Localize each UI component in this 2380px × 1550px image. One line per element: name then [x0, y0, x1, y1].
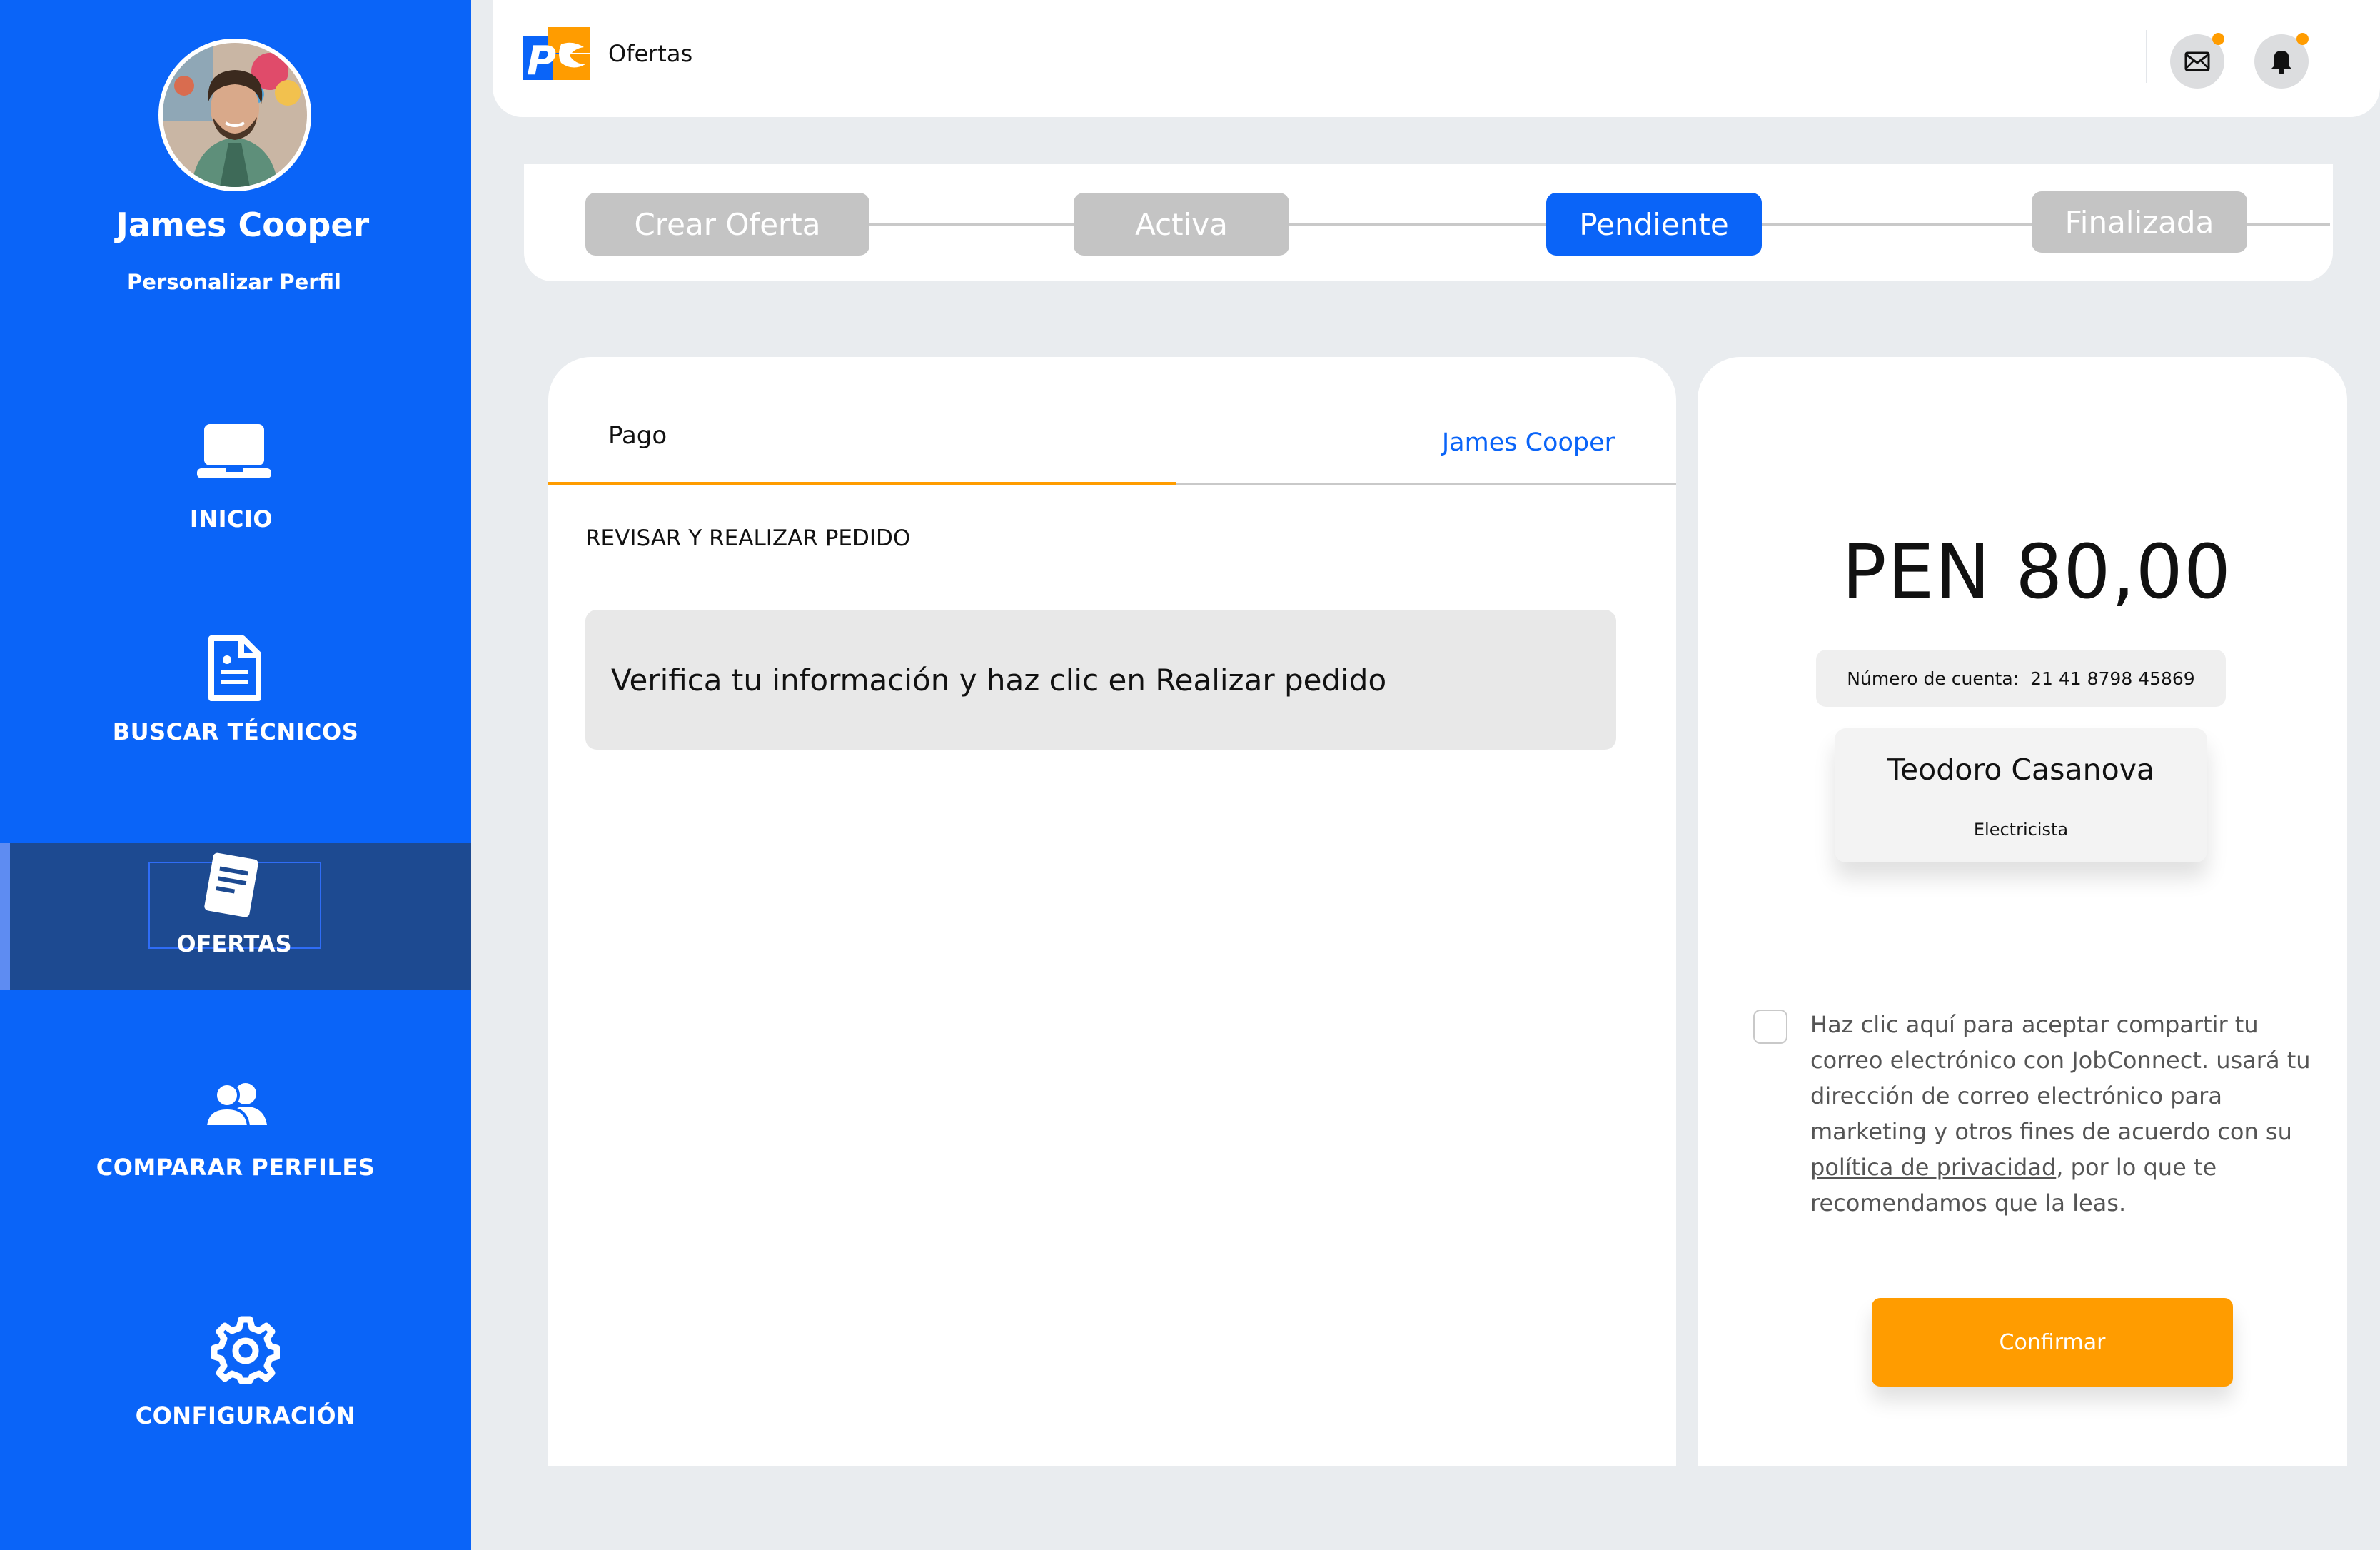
bell-icon: [2271, 51, 2292, 74]
consent-checkbox[interactable]: [1753, 1010, 1787, 1044]
nav-label-ofertas: OFERTAS: [176, 930, 292, 957]
user-name: James Cooper: [116, 206, 370, 244]
app-logo[interactable]: P: [523, 27, 590, 80]
customize-profile-link[interactable]: Personalizar Perfil: [0, 270, 468, 294]
professional-name: Teodoro Casanova: [1887, 753, 2155, 787]
sidebar: James Cooper Personalizar Perfil INICIO …: [0, 0, 471, 1550]
nav-label-configuracion: CONFIGURACIÓN: [135, 1402, 356, 1429]
account-number-box: Número de cuenta: 21 41 8798 45869: [1816, 650, 2226, 707]
header-divider: [2146, 30, 2147, 83]
nav-label-inicio: INICIO: [189, 505, 273, 533]
avatar-photo: [163, 43, 307, 187]
payment-card: Pago James Cooper REVISAR Y REALIZAR PED…: [548, 357, 1676, 1466]
professional-card[interactable]: Teodoro Casanova Electricista: [1835, 728, 2207, 862]
active-indicator: [0, 843, 10, 990]
tab-pago[interactable]: Pago: [608, 421, 667, 450]
privacy-policy-link[interactable]: política de privacidad: [1810, 1154, 2056, 1181]
laptop-icon: [197, 424, 271, 478]
notifications-button[interactable]: [2254, 33, 2309, 89]
bell-notification-dot: [2296, 33, 2309, 45]
mail-icon: [2184, 51, 2210, 71]
nav-label-comparar-perfiles: COMPARAR PERFILES: [96, 1154, 375, 1181]
review-section-title: REVISAR Y REALIZAR PEDIDO: [585, 525, 911, 551]
info-message: Verifica tu información y haz clic en Re…: [611, 662, 1387, 698]
nav-item-configuracion[interactable]: CONFIGURACIÓN: [0, 1315, 471, 1429]
confirm-button[interactable]: Confirmar: [1872, 1298, 2233, 1387]
nav-item-comparar-perfiles[interactable]: COMPARAR PERFILES: [0, 1081, 471, 1181]
document-icon: [208, 635, 261, 701]
nav-item-ofertas[interactable]: OFERTAS: [0, 843, 471, 990]
step-activa[interactable]: Activa: [1074, 193, 1289, 256]
users-icon: [204, 1082, 267, 1127]
total-amount: PEN 80,00: [1841, 528, 2232, 615]
consent-text-start: Haz clic aquí para aceptar compartir tu …: [1810, 1011, 2311, 1145]
offer-stepper: Crear Oferta Activa Pendiente Finalizada: [524, 164, 2333, 281]
nav-label-buscar-tecnicos: BUSCAR TÉCNICOS: [112, 718, 359, 745]
gear-icon: [211, 1316, 280, 1384]
offer-note-icon: [204, 852, 258, 917]
mail-button[interactable]: [2170, 33, 2224, 89]
step-pendiente[interactable]: Pendiente: [1546, 193, 1762, 256]
svg-text:P: P: [527, 38, 556, 80]
step-crear-oferta[interactable]: Crear Oferta: [585, 193, 869, 256]
avatar[interactable]: [158, 39, 311, 191]
account-number: 21 41 8798 45869: [2030, 668, 2195, 689]
page-title: Ofertas: [608, 40, 693, 67]
tab-active-indicator: [548, 482, 1176, 485]
nav-item-buscar-tecnicos[interactable]: BUSCAR TÉCNICOS: [0, 635, 471, 745]
consent-text: Haz clic aquí para aceptar compartir tu …: [1810, 1007, 2324, 1221]
mail-notification-dot: [2212, 33, 2224, 45]
top-header: P Ofertas: [493, 0, 2380, 117]
tab-user-name[interactable]: James Cooper: [1442, 428, 1615, 457]
info-message-box: Verifica tu información y haz clic en Re…: [585, 610, 1616, 750]
nav-item-inicio[interactable]: INICIO: [0, 423, 471, 533]
account-label: Número de cuenta:: [1847, 668, 2020, 689]
order-summary-card: PEN 80,00 Número de cuenta: 21 41 8798 4…: [1698, 357, 2347, 1466]
professional-role: Electricista: [1973, 820, 2069, 840]
step-finalizada[interactable]: Finalizada: [2032, 191, 2247, 253]
